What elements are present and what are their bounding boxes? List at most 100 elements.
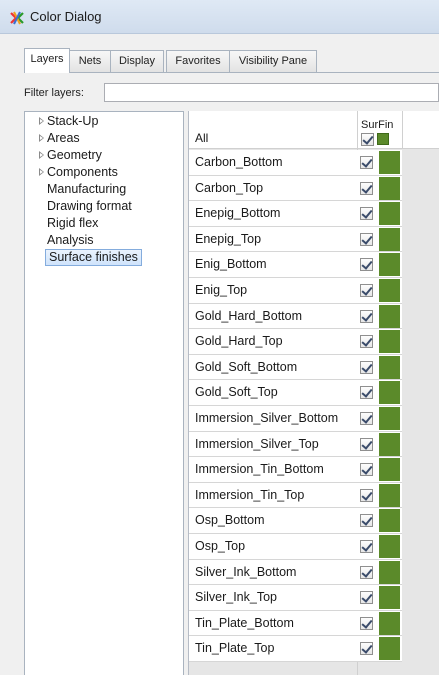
expand-arrow-icon[interactable]	[39, 168, 44, 176]
layer-color-swatch[interactable]	[379, 151, 400, 174]
tab-nets[interactable]: Nets	[69, 50, 111, 72]
table-row[interactable]: Gold_Hard_Top	[189, 329, 402, 355]
layer-name: Silver_Ink_Top	[189, 585, 357, 611]
table-row[interactable]: Enepig_Bottom	[189, 201, 402, 227]
tab-display[interactable]: Display	[110, 50, 164, 72]
layer-visibility-checkbox[interactable]	[360, 463, 373, 477]
table-row[interactable]: Tin_Plate_Top	[189, 636, 402, 662]
table-row[interactable]: Enepig_Top	[189, 226, 402, 253]
layer-name: Gold_Soft_Bottom	[189, 354, 357, 381]
window-title: Color Dialog	[30, 9, 102, 24]
layer-visibility-checkbox[interactable]	[360, 232, 373, 246]
tab-favorites[interactable]: Favorites	[166, 50, 230, 72]
table-row[interactable]: Silver_Ink_Top	[189, 585, 402, 611]
table-row[interactable]: Osp_Top	[189, 534, 402, 560]
table-row[interactable]: Gold_Hard_Bottom	[189, 303, 402, 330]
layer-name: Silver_Ink_Bottom	[189, 559, 357, 586]
layer-color-swatch[interactable]	[379, 176, 400, 200]
layer-visibility-checkbox[interactable]	[360, 488, 373, 502]
title-bar: Color Dialog	[0, 0, 439, 34]
layer-visibility-checkbox[interactable]	[360, 284, 373, 297]
layer-visibility-checkbox[interactable]	[360, 412, 373, 425]
layer-color-swatch[interactable]	[379, 483, 400, 507]
table-row[interactable]: Carbon_Top	[189, 175, 402, 202]
surfin-cell	[357, 610, 402, 637]
table-row[interactable]: Immersion_Silver_Bottom	[189, 406, 402, 432]
layer-color-swatch[interactable]	[379, 560, 400, 584]
table-row[interactable]: Immersion_Tin_Bottom	[189, 457, 402, 483]
layer-color-swatch[interactable]	[379, 381, 400, 405]
table-row[interactable]: Immersion_Tin_Top	[189, 482, 402, 509]
all-visibility-checkbox[interactable]	[361, 133, 374, 146]
layer-visibility-checkbox[interactable]	[360, 565, 373, 579]
layer-visibility-checkbox[interactable]	[360, 335, 373, 349]
layer-visibility-checkbox[interactable]	[360, 360, 373, 374]
layer-visibility-checkbox[interactable]	[360, 642, 373, 656]
table-row[interactable]: Tin_Plate_Bottom	[189, 610, 402, 637]
layer-name: Gold_Hard_Bottom	[189, 303, 357, 330]
surfin-cell	[357, 406, 402, 432]
layer-visibility-checkbox[interactable]	[360, 309, 373, 323]
layer-visibility-checkbox[interactable]	[360, 540, 373, 553]
layer-color-swatch[interactable]	[379, 407, 400, 430]
layer-color-swatch[interactable]	[379, 253, 400, 277]
expand-arrow-icon[interactable]	[39, 151, 44, 159]
table-row[interactable]: Carbon_Bottom	[189, 150, 402, 176]
filter-layers-input[interactable]	[104, 83, 439, 102]
surfin-cell	[357, 252, 402, 278]
surfin-cell	[357, 585, 402, 611]
layer-color-swatch[interactable]	[379, 432, 400, 456]
layer-name: Gold_Soft_Top	[189, 380, 357, 406]
layer-visibility-checkbox[interactable]	[360, 386, 373, 400]
layer-visibility-checkbox[interactable]	[360, 156, 373, 169]
layer-color-swatch[interactable]	[379, 535, 400, 558]
table-row[interactable]: Immersion_Silver_Top	[189, 431, 402, 458]
tree-item-label: Components	[47, 165, 118, 179]
layer-color-swatch[interactable]	[379, 279, 400, 302]
layer-color-swatch[interactable]	[379, 202, 400, 226]
table-row[interactable]: Enig_Bottom	[189, 252, 402, 278]
layer-name: Immersion_Silver_Bottom	[189, 406, 357, 432]
layer-color-swatch[interactable]	[379, 586, 400, 610]
surfin-cell	[357, 175, 402, 202]
surfin-cell	[357, 482, 402, 509]
tree-item-label: Manufacturing	[47, 182, 127, 196]
table-row[interactable]: Gold_Soft_Top	[189, 380, 402, 406]
layer-color-swatch[interactable]	[379, 611, 400, 635]
layer-color-swatch[interactable]	[379, 227, 400, 251]
layer-color-swatch[interactable]	[379, 458, 400, 482]
layer-color-swatch[interactable]	[379, 304, 400, 328]
layer-name: Osp_Bottom	[189, 508, 357, 534]
tab-layers[interactable]: Layers	[24, 48, 70, 73]
surfin-cell	[357, 636, 402, 662]
layer-visibility-checkbox[interactable]	[360, 437, 373, 451]
tab-divider	[24, 72, 439, 73]
surfin-cell	[357, 431, 402, 458]
table-row[interactable]: Enig_Top	[189, 278, 402, 304]
layer-name: Gold_Hard_Top	[189, 329, 357, 355]
table-row[interactable]: Silver_Ink_Bottom	[189, 559, 402, 586]
all-color-swatch[interactable]	[377, 133, 389, 145]
table-row[interactable]: Osp_Bottom	[189, 508, 402, 534]
layer-name: Enepig_Top	[189, 226, 357, 253]
layer-visibility-checkbox[interactable]	[360, 181, 373, 195]
layer-visibility-checkbox[interactable]	[360, 258, 373, 272]
layer-color-swatch[interactable]	[379, 637, 400, 661]
surfin-cell	[357, 201, 402, 227]
layer-category-tree[interactable]: Stack-Up Areas Geometry Components Manuf…	[24, 111, 184, 675]
layer-color-swatch[interactable]	[379, 509, 400, 533]
layer-visibility-checkbox[interactable]	[360, 591, 373, 605]
layer-visibility-checkbox[interactable]	[360, 514, 373, 528]
expand-arrow-icon[interactable]	[39, 134, 44, 142]
layer-visibility-checkbox[interactable]	[360, 207, 373, 221]
tab-visibility-pane[interactable]: Visibility Pane	[229, 50, 317, 72]
layer-color-swatch[interactable]	[379, 355, 400, 379]
layer-name: Osp_Top	[189, 534, 357, 560]
surfin-cell	[357, 534, 402, 560]
table-row[interactable]: Gold_Soft_Bottom	[189, 354, 402, 381]
layer-name: Carbon_Bottom	[189, 150, 357, 176]
layer-visibility-checkbox[interactable]	[360, 616, 373, 630]
layer-color-swatch[interactable]	[379, 330, 400, 354]
surfin-cell	[357, 226, 402, 253]
expand-arrow-icon[interactable]	[39, 117, 44, 125]
